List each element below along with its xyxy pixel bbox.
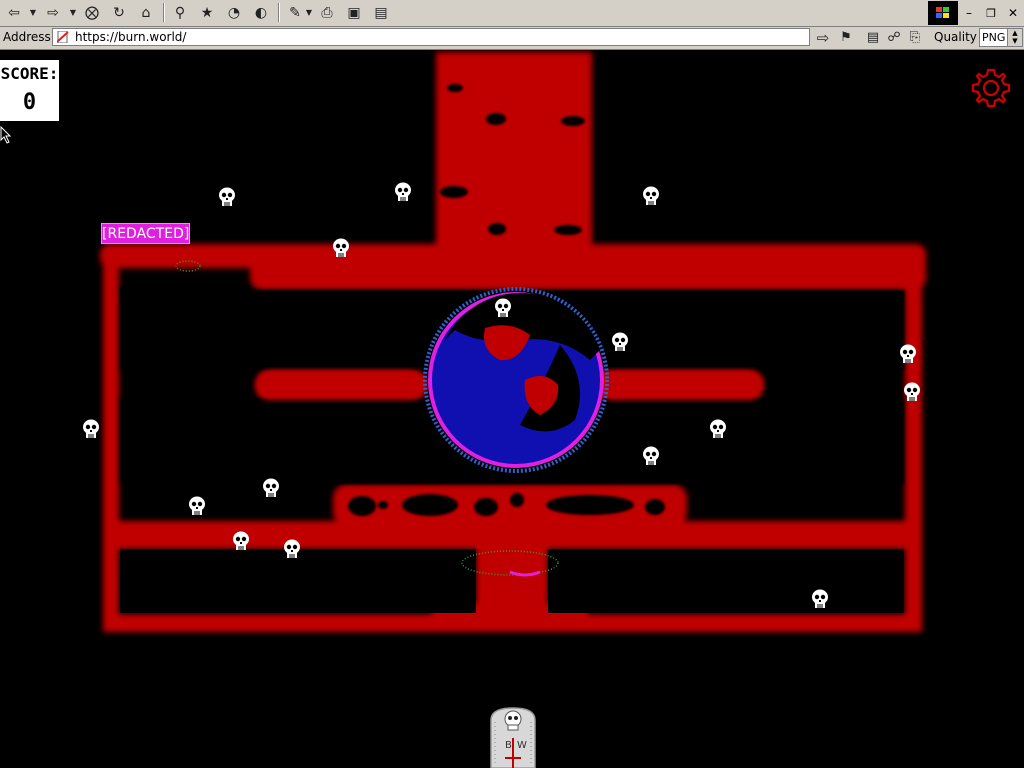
minimize-icon[interactable]: – xyxy=(958,6,980,20)
blood-lower-bar xyxy=(103,521,922,549)
game-canvas[interactable]: SCORE: 0 [REDACTED] B W xyxy=(0,50,1024,768)
history-icon[interactable]: ◔ xyxy=(223,2,245,23)
fullscreen-icon[interactable]: ▣ xyxy=(343,2,365,23)
skull-icon xyxy=(232,531,250,551)
forward-dropdown-icon[interactable]: ▼ xyxy=(69,2,77,23)
go-arrow-icon[interactable]: ⇨ xyxy=(814,27,832,48)
score-panel: SCORE: 0 xyxy=(0,60,59,121)
back-dropdown-icon[interactable]: ▼ xyxy=(29,2,37,23)
close-icon[interactable]: ✕ xyxy=(1002,6,1024,20)
score-value: 0 xyxy=(22,90,37,115)
blood-right-wall xyxy=(905,250,922,632)
find-icon[interactable]: ☍ xyxy=(884,27,904,48)
search-icon[interactable]: ⚲ xyxy=(169,2,191,23)
forward-icon[interactable]: ⇨ xyxy=(42,2,64,23)
player-name-tag: [REDACTED] xyxy=(101,223,190,244)
skull-icon xyxy=(642,186,660,206)
score-label: SCORE: xyxy=(0,64,59,83)
skull-icon xyxy=(394,182,412,202)
stop-icon[interactable]: ⨂ xyxy=(81,2,103,23)
quality-value: PNG xyxy=(982,31,1006,44)
clipboard-icon[interactable]: ⎘ xyxy=(906,27,924,48)
blood-left-wall xyxy=(103,250,119,632)
address-bar: Address https://burn.world/ ⇨ ⚑ ▤ ☍ ⎘ Qu… xyxy=(0,27,1024,50)
windows-logo-icon xyxy=(928,1,958,25)
address-label: Address xyxy=(3,30,51,44)
edit-dropdown-icon[interactable]: ▼ xyxy=(305,2,313,23)
restore-icon[interactable]: ❐ xyxy=(980,7,1002,20)
gravestone-letter-w: W xyxy=(517,740,527,751)
skull-icon xyxy=(642,446,660,466)
skull-icon xyxy=(283,539,301,559)
bookmark-icon[interactable]: ⚑ xyxy=(837,27,855,48)
skull-icon xyxy=(332,238,350,258)
page-icon[interactable]: ▤ xyxy=(370,2,392,23)
skull-icon xyxy=(262,478,280,498)
gear-icon[interactable] xyxy=(970,67,1012,109)
quality-label: Quality xyxy=(934,30,977,44)
mouse-cursor-icon xyxy=(0,126,12,144)
gravestone-letter-b: B xyxy=(505,740,512,751)
home-icon[interactable]: ⌂ xyxy=(135,2,157,23)
page-info-icon[interactable]: ▤ xyxy=(864,27,882,48)
skull-icon xyxy=(611,332,629,352)
level-map xyxy=(100,52,926,632)
browser-toolbar: ⇦ ▼ ⇨ ▼ ⨂ ↻ ⌂ ⚲ ★ ◔ ◐ ✎ ▼ ⎙ ▣ ▤ – ❐ ✕ xyxy=(0,0,1024,27)
edit-icon[interactable]: ✎ xyxy=(284,2,306,23)
skull-icon xyxy=(82,419,100,439)
print-icon[interactable]: ⎙ xyxy=(316,2,338,23)
refresh-icon[interactable]: ↻ xyxy=(108,2,130,23)
back-icon[interactable]: ⇦ xyxy=(3,2,25,23)
page-icon xyxy=(57,31,69,43)
gravestone: B W xyxy=(490,707,536,768)
skull-icon xyxy=(811,589,829,609)
address-value: https://burn.world/ xyxy=(75,30,187,44)
skull-icon xyxy=(709,419,727,439)
channels-icon[interactable]: ◐ xyxy=(250,2,272,23)
skull-icon xyxy=(903,382,921,402)
skull-icon xyxy=(899,344,917,364)
skull-icon xyxy=(188,496,206,516)
address-input[interactable]: https://burn.world/ xyxy=(52,28,810,46)
skull-icon xyxy=(218,187,236,207)
window-controls: – ❐ ✕ xyxy=(928,0,1024,26)
skull-icon xyxy=(494,298,512,318)
quality-select[interactable]: PNG ▲ ▼ xyxy=(979,28,1023,47)
favorites-icon[interactable]: ★ xyxy=(196,2,218,23)
spinner-arrows-icon[interactable]: ▲ ▼ xyxy=(1007,29,1022,46)
